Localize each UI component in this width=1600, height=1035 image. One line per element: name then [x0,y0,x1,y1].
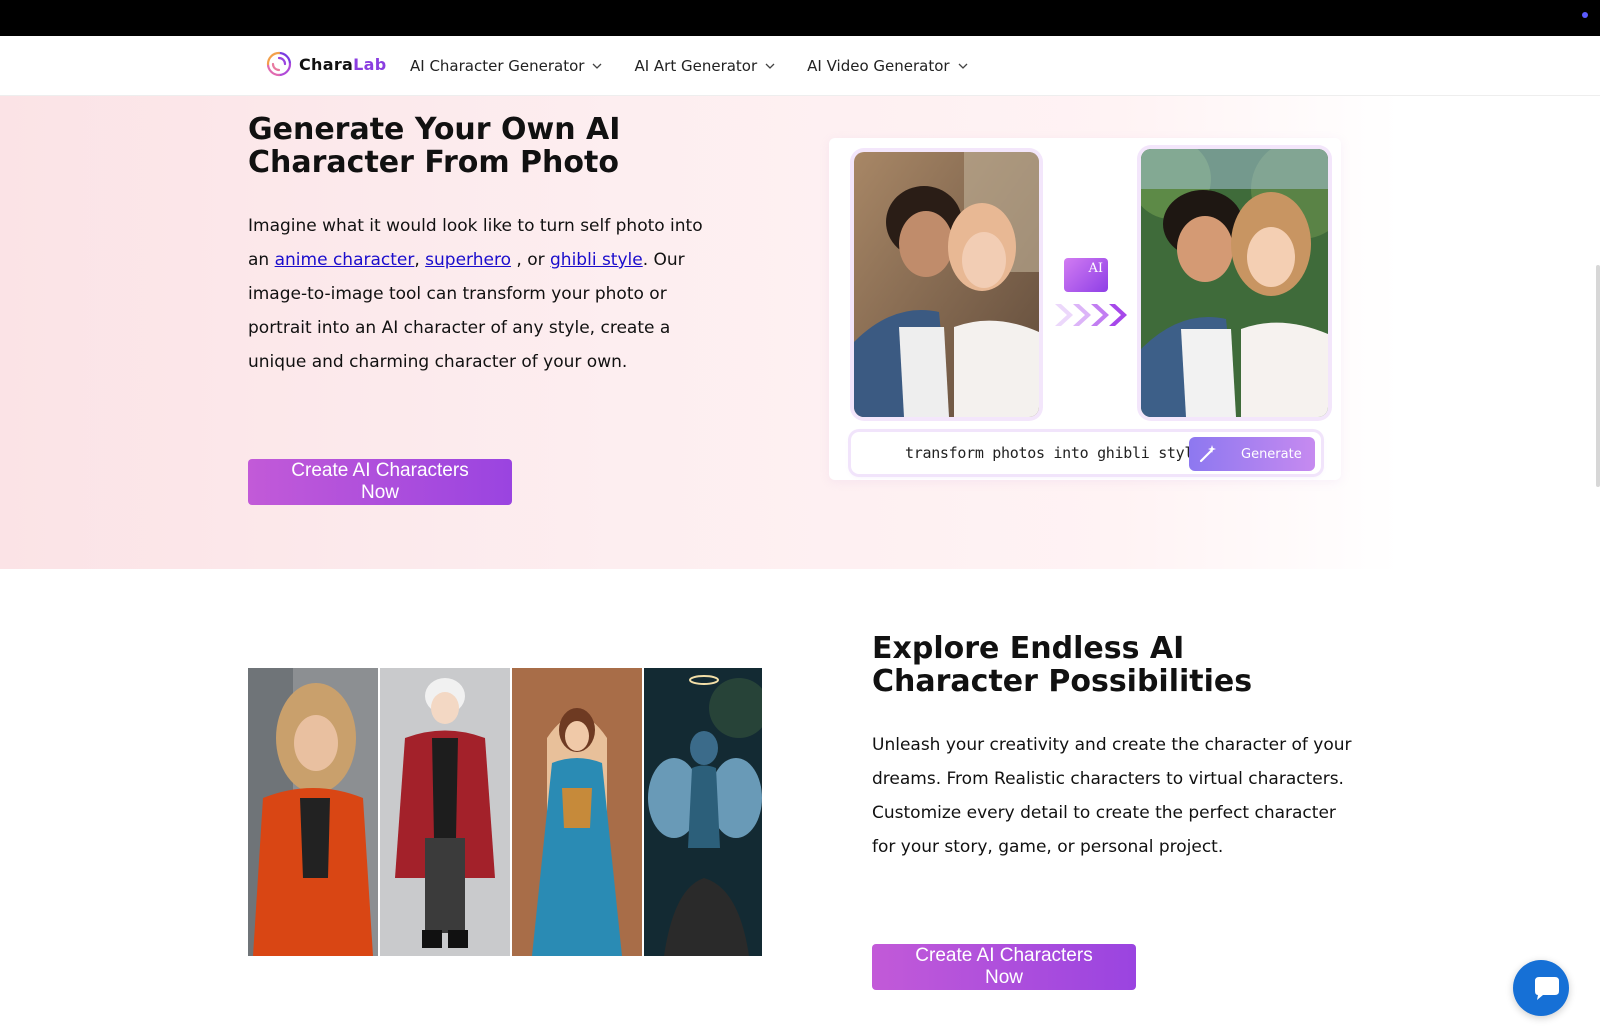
explore-create-characters-button[interactable]: Create AI Characters Now [872,944,1136,990]
generate-button[interactable]: Generate [1189,437,1315,471]
anime-couple-image [1141,149,1328,417]
chevron-down-icon [592,63,602,69]
logo-link[interactable]: CharaLab [265,50,386,78]
anime-man-image [380,668,510,956]
transform-arrows-icon [1055,304,1127,326]
nav-ai-video-generator[interactable]: AI Video Generator [807,57,968,75]
hero-description: Imagine what it would look like to turn … [248,209,728,379]
notification-dot [1582,12,1588,18]
fairy-image [644,668,762,956]
generate-label: Generate [1241,446,1302,462]
original-photo [854,152,1039,417]
browser-top-bar [0,0,1600,36]
gallery-princess [512,668,642,956]
hero-right-space [1400,96,1600,569]
chevron-down-icon [958,63,968,69]
hero-title: Generate Your Own AI Character From Phot… [248,112,621,180]
princess-image [512,668,642,956]
main-nav: AI Character Generator AI Art Generator … [410,36,968,96]
nav-label: AI Character Generator [410,57,585,75]
logo-text-lab: Lab [353,54,387,74]
hero-text-sep2: , or [511,250,551,270]
anime-result-photo [1141,149,1328,417]
character-gallery [248,668,762,956]
logo-text-chara: Chara [299,54,354,74]
page-scrollbar[interactable] [1596,265,1600,487]
charalab-logo-icon [266,51,292,77]
original-couple-photo-image [854,152,1039,417]
explore-description: Unleash your creativity and create the c… [872,735,1352,857]
chat-button[interactable] [1513,960,1569,1016]
hero-text-sep1: , [414,250,426,270]
gallery-fairy [644,668,762,956]
superhero-link[interactable]: superhero [425,250,511,270]
gallery-anime-man [380,668,510,956]
explore-title: Explore Endless AI Character Possibiliti… [872,631,1253,699]
nav-ai-character-generator[interactable]: AI Character Generator [410,57,602,75]
prompt-text: transform photos into ghibli style [905,444,1202,462]
nav-label: AI Video Generator [807,57,950,75]
ai-badge-icon: AI [1064,258,1108,292]
ai-badge-label: AI [1088,261,1103,276]
prompt-input[interactable]: transform photos into ghibli style Gener… [851,432,1321,474]
logo-text: CharaLab [299,55,386,74]
chat-bubble-icon [1535,977,1559,1000]
photo-to-anime-demo: AI transform photos into ghibli style Ge… [829,138,1341,480]
chevron-down-icon [765,63,775,69]
nav-label: AI Art Generator [634,57,758,75]
gallery-realistic-woman [248,668,378,956]
site-header: CharaLab AI Character Generator AI Art G… [0,36,1600,96]
nav-ai-art-generator[interactable]: AI Art Generator [634,57,775,75]
magic-wand-icon [1199,445,1216,463]
anime-character-link[interactable]: anime character [275,250,415,270]
realistic-woman-image [248,668,378,956]
hero-create-characters-button[interactable]: Create AI Characters Now [248,459,512,505]
ghibli-style-link[interactable]: ghibli style [550,250,643,270]
